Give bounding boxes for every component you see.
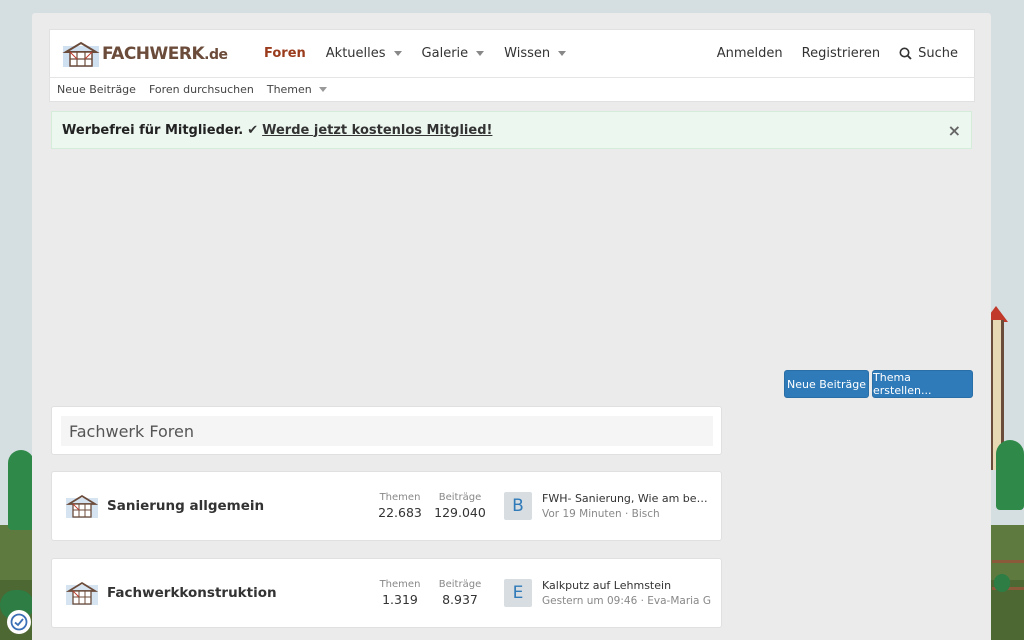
subnav-search-forums[interactable]: Foren durchsuchen xyxy=(149,83,254,96)
recaptcha-check-icon xyxy=(10,613,28,631)
nav-aktuelles[interactable]: Aktuelles xyxy=(326,46,402,61)
background-tree-left xyxy=(8,450,34,530)
posts-stat: Beiträge 129.040 xyxy=(434,492,486,520)
caret-down-icon[interactable] xyxy=(318,87,327,92)
background-bush-right xyxy=(994,574,1010,592)
last-post: Kalkputz auf Lehmstein Gestern um 09:46 … xyxy=(542,579,712,607)
last-post-meta[interactable]: Gestern um 09:46 · Eva-Maria G xyxy=(542,595,712,607)
threads-stat: Themen 1.319 xyxy=(379,579,421,607)
search-link[interactable]: Suche xyxy=(899,46,958,61)
recaptcha-badge-icon[interactable] xyxy=(7,610,31,634)
avatar[interactable]: B xyxy=(504,492,532,520)
forum-row: Fachwerkkonstruktion Themen 1.319 Beiträ… xyxy=(51,558,722,628)
forum-house-icon xyxy=(66,494,98,518)
threads-stat: Themen 22.683 xyxy=(378,492,422,520)
caret-down-icon[interactable] xyxy=(476,51,485,56)
house-logo-icon xyxy=(62,41,100,67)
forum-house-icon xyxy=(66,581,98,605)
posts-stat: Beiträge 8.937 xyxy=(438,579,482,607)
register-link[interactable]: Registrieren xyxy=(802,46,880,61)
join-link[interactable]: Werde jetzt kostenlos Mitglied! xyxy=(262,123,492,138)
subnav-topics[interactable]: Themen xyxy=(267,83,327,96)
forum-category-block: Fachwerk Foren xyxy=(51,406,722,455)
main-nav: Foren Aktuelles Galerie Wissen xyxy=(264,46,586,61)
new-posts-button[interactable]: Neue Beiträge xyxy=(784,370,869,398)
account-nav: Anmelden Registrieren Suche xyxy=(698,46,958,61)
last-post-title[interactable]: Kalkputz auf Lehmstein xyxy=(542,579,712,592)
last-post-title[interactable]: FWH- Sanierung, Wie am besten ... xyxy=(542,492,712,505)
sub-nav: Neue Beiträge Foren durchsuchen Themen xyxy=(49,77,975,102)
avatar[interactable]: E xyxy=(504,579,532,607)
close-icon[interactable]: × xyxy=(948,121,961,140)
category-title[interactable]: Fachwerk Foren xyxy=(61,416,713,446)
forum-title-link[interactable]: Sanierung allgemein xyxy=(107,498,367,514)
search-icon xyxy=(899,47,912,60)
subnav-new-posts[interactable]: Neue Beiträge xyxy=(57,83,136,96)
forum-row: Sanierung allgemein Themen 22.683 Beiträ… xyxy=(51,471,722,541)
nav-wissen[interactable]: Wissen xyxy=(504,46,567,61)
membership-notice: Werbefrei für Mitglieder. ✔ Werde jetzt … xyxy=(51,111,972,149)
login-link[interactable]: Anmelden xyxy=(717,46,783,61)
caret-down-icon[interactable] xyxy=(393,51,402,56)
last-post: FWH- Sanierung, Wie am besten ... Vor 19… xyxy=(542,492,712,520)
page-container: FACHWERK.de Foren Aktuelles Galerie Wiss… xyxy=(32,13,991,640)
logo-text: FACHWERK.de xyxy=(102,43,228,64)
caret-down-icon[interactable] xyxy=(558,51,567,56)
notice-bold-text: Werbefrei für Mitglieder. xyxy=(62,122,244,138)
last-post-meta[interactable]: Vor 19 Minuten · Bisch xyxy=(542,508,712,520)
check-icon: ✔ xyxy=(247,122,259,138)
create-thread-button[interactable]: Thema erstellen... xyxy=(872,370,973,398)
header: FACHWERK.de Foren Aktuelles Galerie Wiss… xyxy=(49,29,975,77)
site-logo[interactable]: FACHWERK.de xyxy=(62,37,252,71)
nav-galerie[interactable]: Galerie xyxy=(422,46,485,61)
forum-title-link[interactable]: Fachwerkkonstruktion xyxy=(107,585,367,601)
background-tree-right xyxy=(996,440,1024,510)
nav-foren[interactable]: Foren xyxy=(264,46,306,61)
